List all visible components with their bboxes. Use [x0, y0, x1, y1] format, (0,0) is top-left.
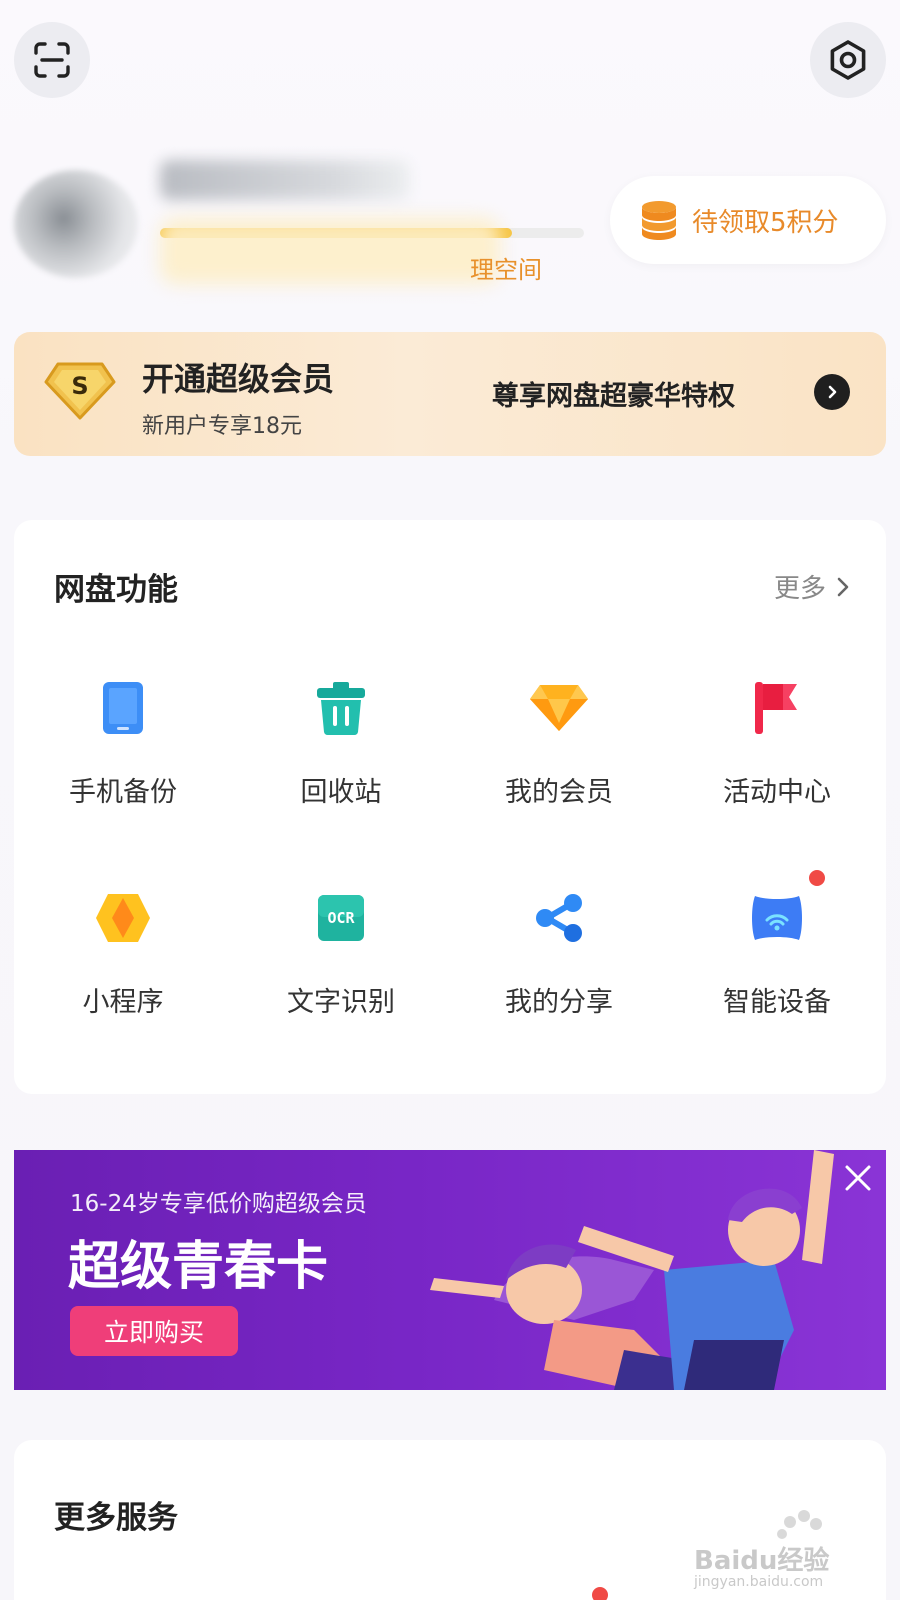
activity-flag-icon — [743, 674, 811, 742]
mini-program-icon — [89, 884, 157, 952]
profile-page: 理空间 待领取5积分 S 开通超级会员 新用户专享18元 尊享网盘超豪华特权 网… — [0, 0, 900, 1600]
smart-device-icon — [743, 870, 825, 952]
membership-diamond-icon — [525, 674, 593, 742]
feature-ocr[interactable]: OCR 文字识别 — [232, 884, 450, 1044]
watermark-url: jingyan.baidu.com — [694, 1574, 824, 1590]
feature-mini-program[interactable]: 小程序 — [14, 884, 232, 1044]
vip-subtitle: 新用户专享18元 — [142, 414, 302, 439]
feature-smart-device[interactable]: 智能设备 — [668, 870, 886, 1044]
feature-label: 我的会员 — [505, 777, 613, 808]
scan-icon — [34, 42, 70, 78]
feature-label: 智能设备 — [723, 987, 831, 1018]
youth-card-banner[interactable]: 16-24岁专享低价购超级会员 超级青春卡 立即购买 — [14, 1150, 886, 1390]
points-label: 待领取5积分 — [692, 207, 839, 238]
feature-my-membership[interactable]: 我的会员 — [450, 674, 668, 834]
close-icon — [845, 1165, 871, 1191]
settings-icon — [830, 40, 866, 80]
recycle-bin-icon — [307, 674, 375, 742]
share-icon — [525, 884, 593, 952]
coins-icon — [642, 201, 676, 240]
features-title: 网盘功能 — [54, 572, 178, 608]
manage-space-link[interactable]: 理空间 — [470, 250, 542, 285]
feature-label: 回收站 — [300, 777, 382, 808]
feature-label: 我的分享 — [505, 987, 613, 1018]
chevron-right-icon — [837, 577, 849, 596]
notification-dot — [592, 1587, 608, 1600]
more-features-link[interactable]: 更多 — [774, 568, 850, 605]
vip-title: 开通超级会员 — [142, 360, 335, 398]
vip-banner[interactable]: S 开通超级会员 新用户专享18元 尊享网盘超豪华特权 — [14, 332, 886, 456]
feature-my-share[interactable]: 我的分享 — [450, 884, 668, 1044]
services-title: 更多服务 — [54, 1500, 178, 1536]
buy-now-button[interactable]: 立即购买 — [70, 1306, 238, 1356]
notification-dot — [809, 870, 825, 886]
feature-phone-backup[interactable]: 手机备份 — [14, 674, 232, 834]
storage-info-blurred — [160, 218, 500, 284]
feature-label: 文字识别 — [287, 987, 395, 1018]
feature-label: 活动中心 — [723, 777, 831, 808]
feature-label: 手机备份 — [69, 777, 177, 808]
phone-backup-icon — [89, 674, 157, 742]
username-blurred[interactable] — [160, 160, 410, 200]
claim-points-button[interactable]: 待领取5积分 — [610, 176, 886, 264]
chevron-right-icon — [814, 374, 850, 410]
youth-illustration — [430, 1150, 834, 1390]
settings-button[interactable] — [810, 22, 886, 98]
svg-text:S: S — [71, 372, 88, 400]
feature-recycle-bin[interactable]: 回收站 — [232, 674, 450, 834]
close-banner-button[interactable] — [838, 1158, 878, 1198]
ocr-icon-text: OCR — [327, 909, 355, 927]
avatar[interactable] — [14, 170, 138, 278]
youth-title: 超级青春卡 — [68, 1237, 329, 1297]
youth-subtitle: 16-24岁专享低价购超级会员 — [70, 1191, 367, 1217]
ocr-icon: OCR — [307, 884, 375, 952]
watermark-text: Baidu经验 — [694, 1546, 830, 1576]
feature-label: 小程序 — [82, 987, 164, 1018]
super-vip-icon: S — [44, 362, 116, 420]
more-label: 更多 — [773, 574, 826, 604]
feature-activity-center[interactable]: 活动中心 — [668, 674, 886, 834]
scan-button[interactable] — [14, 22, 90, 98]
vip-privilege-text: 尊享网盘超豪华特权 — [492, 381, 735, 412]
netdisk-features-card: 网盘功能 更多 手机备份 回收站 我的会员 活动中心 小程序 OCR 文字识别 … — [14, 520, 886, 1094]
